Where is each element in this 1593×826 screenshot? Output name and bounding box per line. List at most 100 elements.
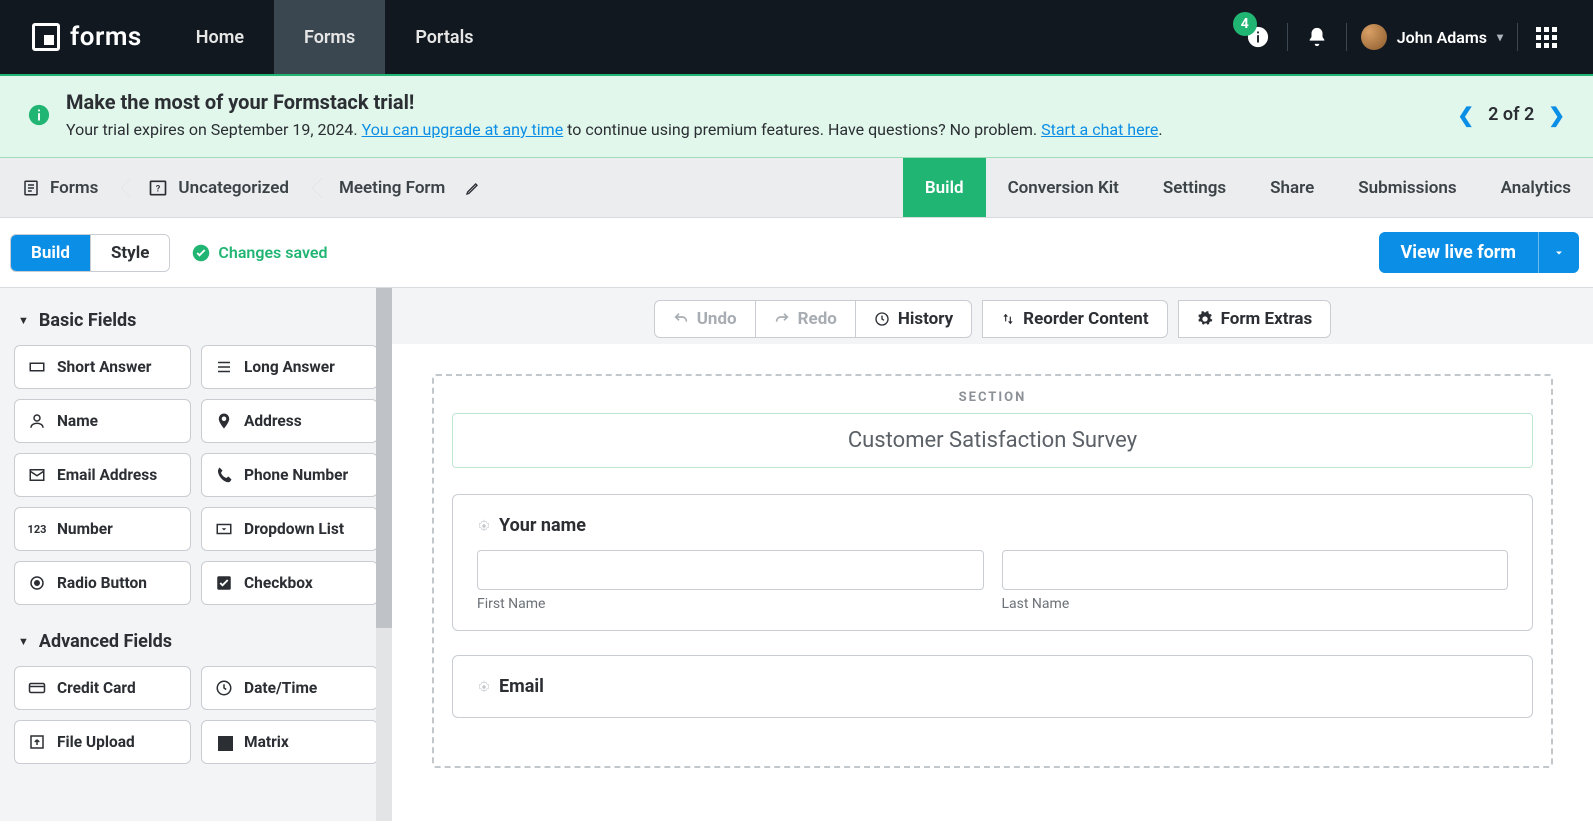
- banner-subtitle: Your trial expires on September 19, 2024…: [66, 120, 1457, 139]
- apps-button[interactable]: [1524, 0, 1569, 74]
- section-label: SECTION: [452, 390, 1533, 405]
- form-extras-button[interactable]: Form Extras: [1178, 300, 1332, 338]
- radio-icon: [27, 574, 47, 592]
- gear-icon: [477, 680, 491, 694]
- subtab-share[interactable]: Share: [1248, 158, 1336, 217]
- subtab-conversion-kit[interactable]: Conversion Kit: [986, 158, 1141, 217]
- reorder-icon: [1001, 311, 1015, 327]
- upgrade-link[interactable]: You can upgrade at any time: [362, 120, 564, 139]
- name-field-label: Your name: [477, 515, 1508, 536]
- banner-pager: ❮ 2 of 2 ❯: [1457, 103, 1565, 127]
- person-icon: [27, 412, 47, 430]
- bell-icon: [1306, 26, 1328, 48]
- field-address[interactable]: Address: [201, 399, 378, 443]
- caret-down-icon: ▼: [18, 314, 29, 327]
- sub-header: Forms ? Uncategorized Meeting Form Build…: [0, 158, 1593, 218]
- info-button[interactable]: 4: [1235, 0, 1281, 74]
- name-field-card[interactable]: Your name First Name Last Name: [452, 494, 1533, 631]
- info-circle-icon: [28, 104, 50, 126]
- nav-home[interactable]: Home: [166, 0, 274, 74]
- mode-style[interactable]: Style: [90, 235, 169, 271]
- crumb-forms[interactable]: Forms: [0, 178, 126, 198]
- field-name[interactable]: Name: [14, 399, 191, 443]
- user-menu[interactable]: John Adams ▾: [1353, 24, 1511, 50]
- field-datetime[interactable]: Date/Time: [201, 666, 378, 710]
- brand-text: forms: [70, 22, 142, 52]
- redo-button[interactable]: Redo: [756, 300, 856, 338]
- field-radio[interactable]: Radio Button: [14, 561, 191, 605]
- field-dropdown[interactable]: Dropdown List: [201, 507, 378, 551]
- long-answer-icon: [214, 358, 234, 376]
- field-phone[interactable]: Phone Number: [201, 453, 378, 497]
- toolbar: Build Style Changes saved View live form: [0, 218, 1593, 287]
- dropdown-icon: [214, 520, 234, 538]
- field-credit-card[interactable]: Credit Card: [14, 666, 191, 710]
- field-number[interactable]: 123Number: [14, 507, 191, 551]
- pin-icon: [214, 412, 234, 430]
- user-name: John Adams: [1397, 28, 1487, 47]
- trial-banner: Make the most of your Formstack trial! Y…: [0, 76, 1593, 158]
- sub-tabs: Build Conversion Kit Settings Share Subm…: [903, 158, 1593, 217]
- field-matrix[interactable]: Matrix: [201, 720, 378, 764]
- canvas-area: Undo Redo History Reorder Content Form E…: [392, 288, 1593, 821]
- mode-build[interactable]: Build: [11, 235, 90, 271]
- last-name-input[interactable]: [1002, 550, 1509, 590]
- last-name-sublabel: Last Name: [1002, 596, 1509, 612]
- canvas-toolbar: Undo Redo History Reorder Content Form E…: [392, 288, 1593, 344]
- section-title[interactable]: Customer Satisfaction Survey: [452, 413, 1533, 468]
- brand[interactable]: forms: [0, 0, 166, 74]
- clock-icon: [214, 679, 234, 697]
- history-button[interactable]: History: [856, 300, 972, 338]
- field-email[interactable]: Email Address: [14, 453, 191, 497]
- nav-forms[interactable]: Forms: [274, 0, 385, 74]
- subtab-build[interactable]: Build: [903, 158, 986, 217]
- email-field-label: Email: [477, 676, 1508, 697]
- upload-icon: [27, 733, 47, 751]
- pencil-icon[interactable]: [465, 180, 481, 196]
- field-checkbox[interactable]: Checkbox: [201, 561, 378, 605]
- subtab-analytics[interactable]: Analytics: [1479, 158, 1593, 217]
- sidebar-scrollbar-thumb[interactable]: [376, 288, 392, 628]
- email-field-card[interactable]: Email: [452, 655, 1533, 718]
- nav-portals[interactable]: Portals: [385, 0, 503, 74]
- subtab-submissions[interactable]: Submissions: [1336, 158, 1478, 217]
- crumb-form-name[interactable]: Meeting Form: [317, 178, 509, 198]
- notifications-button[interactable]: [1294, 0, 1340, 74]
- undo-icon: [673, 311, 689, 327]
- form-canvas: SECTION Customer Satisfaction Survey You…: [392, 344, 1593, 821]
- advanced-fields-header[interactable]: ▼ Advanced Fields: [12, 623, 380, 666]
- svg-text:?: ?: [156, 184, 161, 194]
- field-short-answer[interactable]: Short Answer: [14, 345, 191, 389]
- view-live-dropdown[interactable]: [1538, 232, 1579, 273]
- apps-grid-icon: [1536, 27, 1557, 48]
- field-file-upload[interactable]: File Upload: [14, 720, 191, 764]
- chat-link[interactable]: Start a chat here: [1041, 120, 1158, 139]
- field-long-answer[interactable]: Long Answer: [201, 345, 378, 389]
- folder-question-icon: ?: [148, 178, 168, 198]
- subtab-settings[interactable]: Settings: [1141, 158, 1248, 217]
- banner-prev[interactable]: ❮: [1457, 103, 1474, 127]
- avatar-icon: [1361, 24, 1387, 50]
- crumb-category[interactable]: ? Uncategorized: [126, 178, 317, 198]
- short-answer-icon: [27, 358, 47, 376]
- gear-icon: [477, 519, 491, 533]
- banner-next[interactable]: ❯: [1548, 103, 1565, 127]
- mode-segmented: Build Style: [10, 234, 170, 272]
- basic-fields-header[interactable]: ▼ Basic Fields: [12, 302, 380, 345]
- gear-icon: [1197, 311, 1213, 327]
- form-section[interactable]: SECTION Customer Satisfaction Survey You…: [432, 374, 1553, 768]
- first-name-sublabel: First Name: [477, 596, 984, 612]
- first-name-input[interactable]: [477, 550, 984, 590]
- history-icon: [874, 311, 890, 327]
- main-area: ▼ Basic Fields Short Answer Long Answer …: [0, 287, 1593, 821]
- view-live-group: View live form: [1379, 232, 1579, 273]
- view-live-button[interactable]: View live form: [1379, 232, 1538, 273]
- breadcrumb: Forms ? Uncategorized Meeting Form: [0, 158, 509, 217]
- reorder-button[interactable]: Reorder Content: [982, 300, 1167, 338]
- notification-badge: 4: [1233, 12, 1257, 36]
- undo-button[interactable]: Undo: [654, 300, 756, 338]
- save-status: Changes saved: [192, 243, 327, 262]
- chevron-down-icon: ▾: [1497, 30, 1503, 44]
- forms-icon: [22, 179, 40, 197]
- caret-down-icon: [1553, 247, 1565, 259]
